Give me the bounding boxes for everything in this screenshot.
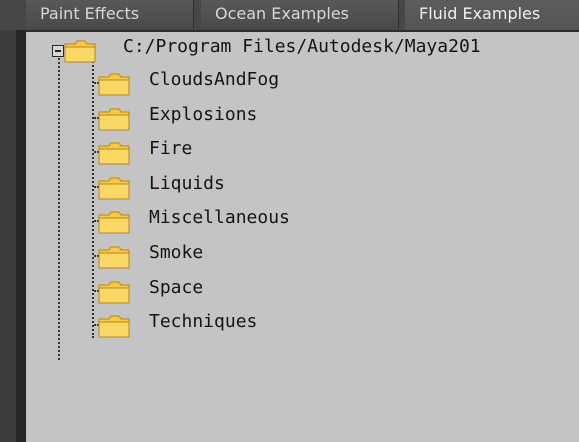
tree-children-connector-line: [92, 58, 94, 338]
tab-bar: Paint Effects Ocean Examples Fluid Examp…: [0, 0, 579, 30]
tree-item-label[interactable]: Fire: [149, 139, 192, 159]
folder-icon: [98, 141, 130, 165]
tree-item-label[interactable]: Smoke: [149, 243, 203, 263]
folder-icon: [98, 72, 130, 96]
tree-item-label[interactable]: Miscellaneous: [149, 208, 290, 228]
collapse-toggle-icon[interactable]: [52, 45, 64, 57]
tree-item-label[interactable]: Liquids: [149, 174, 225, 194]
tree-root-path[interactable]: C:/Program Files/Autodesk/Maya201: [123, 37, 481, 57]
folder-icon: [98, 176, 130, 200]
tree-item-label[interactable]: Explosions: [149, 105, 257, 125]
folder-icon: [98, 280, 130, 304]
tree-root-connector-line: [58, 46, 60, 360]
tab-ocean-examples[interactable]: Ocean Examples: [201, 0, 399, 29]
folder-icon: [98, 107, 130, 131]
left-frame-edge: [16, 30, 26, 442]
file-tree-panel[interactable]: C:/Program Files/Autodesk/Maya201 Clouds…: [26, 30, 579, 442]
folder-icon: [98, 245, 130, 269]
tree-item-label[interactable]: Space: [149, 278, 203, 298]
fluid-examples-browser: Paint Effects Ocean Examples Fluid Examp…: [0, 0, 579, 442]
tab-fluid-examples[interactable]: Fluid Examples: [405, 0, 579, 30]
tree-item-label[interactable]: CloudsAndFog: [149, 70, 279, 90]
left-frame: [0, 0, 26, 442]
folder-open-icon: [64, 39, 96, 63]
minus-icon: [55, 50, 61, 52]
tree-item-label[interactable]: Techniques: [149, 312, 257, 332]
tab-paint-effects[interactable]: Paint Effects: [26, 0, 194, 29]
folder-icon: [98, 314, 130, 338]
folder-icon: [98, 210, 130, 234]
